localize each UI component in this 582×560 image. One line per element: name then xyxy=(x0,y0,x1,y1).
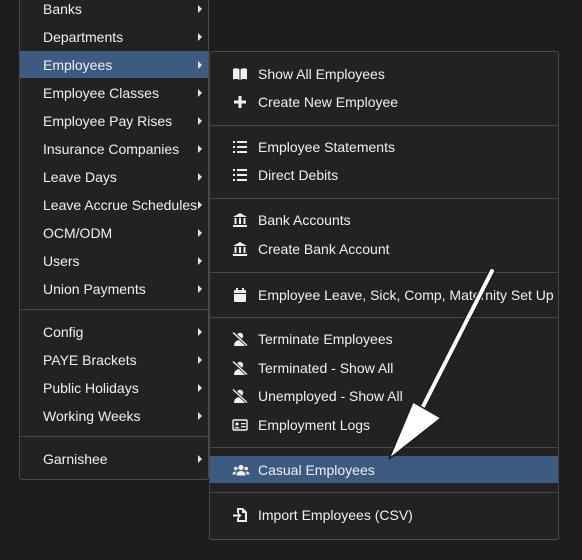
menu-item-employees[interactable]: Employees xyxy=(20,51,208,78)
caret-right-icon xyxy=(198,256,202,265)
menu-item-departments[interactable]: Departments xyxy=(20,23,208,50)
menu-item-label: Insurance Companies xyxy=(43,140,180,157)
submenu-item-terminate-employees[interactable]: Terminate Employees xyxy=(210,325,558,352)
caret-right-icon xyxy=(198,228,202,237)
caret-right-icon xyxy=(198,200,202,209)
menu-divider xyxy=(20,436,208,437)
menu-item-leave-days[interactable]: Leave Days xyxy=(20,163,208,190)
caret-right-icon xyxy=(198,355,202,364)
submenu-item-label: Import Employees (CSV) xyxy=(258,506,413,523)
menu-item-label: Users xyxy=(43,252,80,269)
submenu-item-bank-accounts[interactable]: Bank Accounts xyxy=(210,206,558,233)
caret-right-icon xyxy=(198,284,202,293)
submenu-item-label: Terminated - Show All xyxy=(258,359,394,376)
id-card-icon xyxy=(232,417,248,433)
file-import-icon xyxy=(232,507,248,523)
submenu-item-show-all-employees[interactable]: Show All Employees xyxy=(210,60,558,87)
submenu-item-casual-employees[interactable]: Casual Employees xyxy=(210,456,558,483)
menu-item-leave-accrue-schedules[interactable]: Leave Accrue Schedules xyxy=(20,191,208,218)
submenu-item-label: Employee Statements xyxy=(258,138,395,155)
caret-right-icon xyxy=(198,327,202,336)
caret-right-icon xyxy=(198,383,202,392)
menu-divider xyxy=(20,309,208,310)
menu-item-label: Leave Accrue Schedules xyxy=(43,196,198,213)
menu-item-label: Employees xyxy=(43,56,113,73)
bank-icon xyxy=(232,241,248,257)
plus-icon xyxy=(232,94,248,110)
submenu-divider xyxy=(210,492,558,493)
menu-item-label: Employee Pay Rises xyxy=(43,112,173,129)
submenu-item-label: Create Bank Account xyxy=(258,240,390,257)
menu-item-label: Departments xyxy=(43,28,124,45)
user-slash-icon xyxy=(232,387,248,404)
submenu-item-terminated-show-all[interactable]: Terminated - Show All xyxy=(210,354,558,381)
submenu-item-label: Employee Leave, Sick, Comp, Maternity Se… xyxy=(258,286,554,303)
menu-item-users[interactable]: Users xyxy=(20,247,208,274)
caret-right-icon xyxy=(198,411,202,420)
menu-item-label: Banks xyxy=(43,0,82,17)
caret-right-icon xyxy=(198,60,202,69)
menu-item-employee-pay-rises[interactable]: Employee Pay Rises xyxy=(20,107,208,134)
submenu-divider xyxy=(210,447,558,448)
menu-item-insurance-companies[interactable]: Insurance Companies xyxy=(20,135,208,162)
menu-item-label: Config xyxy=(43,323,84,340)
submenu-item-create-bank-account[interactable]: Create Bank Account xyxy=(210,235,558,262)
submenu-item-import-employees-csv[interactable]: Import Employees (CSV) xyxy=(210,501,558,528)
menu-item-working-weeks[interactable]: Working Weeks xyxy=(20,402,208,429)
calendar-icon xyxy=(232,287,248,303)
menu-item-config[interactable]: Config xyxy=(20,318,208,345)
submenu-divider xyxy=(210,125,558,126)
user-slash-icon xyxy=(232,330,248,347)
menu-item-label: PAYE Brackets xyxy=(43,351,137,368)
settings-menu: Banks Departments Employees Employee Cla… xyxy=(19,0,209,480)
submenu-item-unemployed-show-all[interactable]: Unemployed - Show All xyxy=(210,382,558,409)
submenu-divider xyxy=(210,272,558,273)
submenu-item-label: Create New Employee xyxy=(258,93,399,110)
menu-item-label: Leave Days xyxy=(43,168,117,185)
submenu-item-employment-logs[interactable]: Employment Logs xyxy=(210,411,558,438)
menu-item-garnishee[interactable]: Garnishee xyxy=(20,445,208,472)
caret-right-icon xyxy=(198,144,202,153)
user-slash-icon xyxy=(232,359,248,376)
submenu-item-label: Show All Employees xyxy=(258,65,385,82)
menu-item-public-holidays[interactable]: Public Holidays xyxy=(20,374,208,401)
caret-right-icon xyxy=(198,32,202,41)
menu-item-label: Employee Classes xyxy=(43,84,159,101)
menu-item-banks[interactable]: Banks xyxy=(20,0,208,22)
users-icon xyxy=(232,462,250,478)
menu-item-label: OCM/ODM xyxy=(43,224,113,241)
submenu-item-create-new-employee[interactable]: Create New Employee xyxy=(210,88,558,115)
submenu-item-label: Bank Accounts xyxy=(258,211,351,228)
menu-item-label: Working Weeks xyxy=(43,407,141,424)
menu-item-label: Public Holidays xyxy=(43,379,139,396)
submenu-item-label: Direct Debits xyxy=(258,166,339,183)
submenu-item-label: Employment Logs xyxy=(258,416,371,433)
caret-right-icon xyxy=(198,454,202,463)
submenu-item-employee-statements[interactable]: Employee Statements xyxy=(210,133,558,160)
menu-item-employee-classes[interactable]: Employee Classes xyxy=(20,79,208,106)
list-icon xyxy=(232,167,248,183)
menu-item-union-payments[interactable]: Union Payments xyxy=(20,275,208,302)
submenu-item-employee-leave-setup[interactable]: Employee Leave, Sick, Comp, Maternity Se… xyxy=(210,281,558,308)
submenu-item-label: Terminate Employees xyxy=(258,330,393,347)
book-icon xyxy=(232,66,248,82)
menu-item-ocm-odm[interactable]: OCM/ODM xyxy=(20,219,208,246)
list-icon xyxy=(232,139,248,155)
submenu-divider xyxy=(210,198,558,199)
submenu-divider xyxy=(210,317,558,318)
menu-item-paye-brackets[interactable]: PAYE Brackets xyxy=(20,346,208,373)
submenu-item-label: Unemployed - Show All xyxy=(258,387,403,404)
menu-item-label: Garnishee xyxy=(43,450,108,467)
menu-item-label: Union Payments xyxy=(43,280,146,297)
employees-submenu: Show All Employees Create New Employee E… xyxy=(209,51,559,540)
caret-right-icon xyxy=(198,4,202,13)
submenu-item-label: Casual Employees xyxy=(258,461,375,478)
submenu-item-direct-debits[interactable]: Direct Debits xyxy=(210,161,558,188)
caret-right-icon xyxy=(198,88,202,97)
caret-right-icon xyxy=(198,172,202,181)
bank-icon xyxy=(232,212,248,228)
caret-right-icon xyxy=(198,116,202,125)
